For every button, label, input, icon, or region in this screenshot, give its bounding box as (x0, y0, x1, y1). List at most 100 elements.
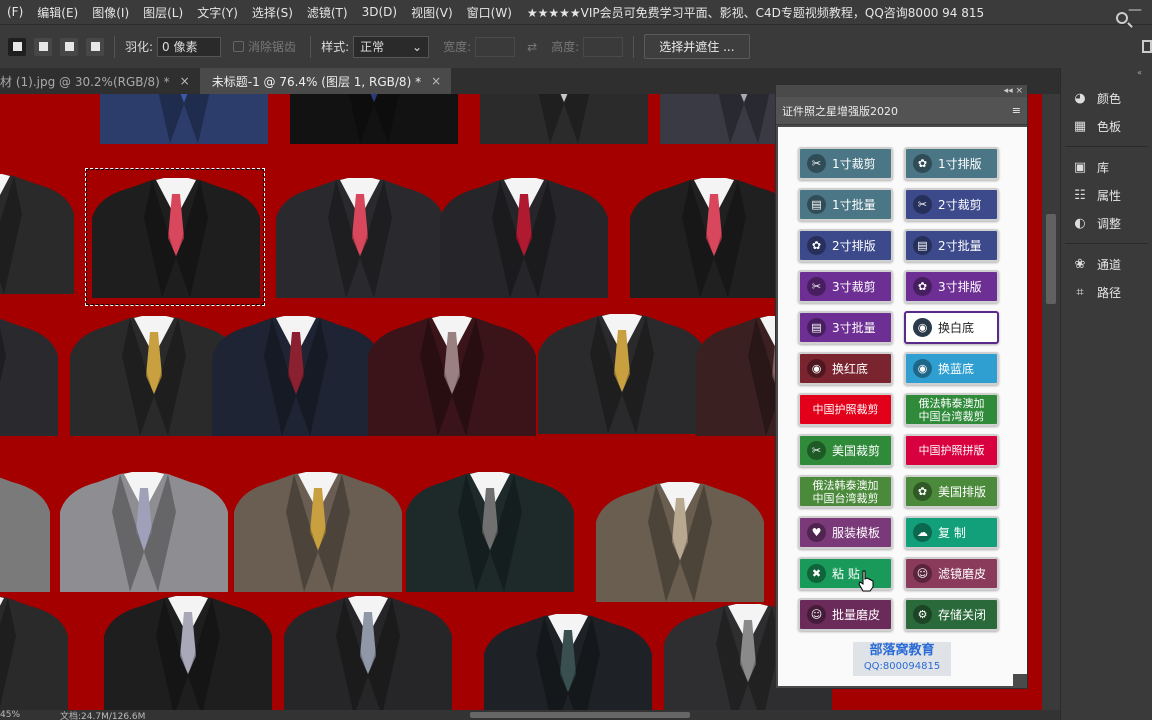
grid-icon: ▦ (1073, 118, 1087, 134)
tab-document-1[interactable]: 材 (1).jpg @ 30.2%(RGB/8) * × (0, 68, 200, 94)
feather-input[interactable]: 0 像素 (157, 36, 222, 57)
plugin-button[interactable]: ✿ 1寸排版 (904, 147, 999, 180)
plugin-button-label: 复 制 (938, 526, 966, 540)
plugin-button-label: 批量磨皮 (832, 608, 881, 622)
hamburger-menu-icon[interactable]: ≡ (1012, 104, 1021, 117)
style-select[interactable]: 正常 ⌄ (353, 35, 430, 58)
menu-layer[interactable]: 图层(L) (136, 4, 190, 21)
menu-file[interactable]: (F) (0, 5, 30, 19)
plugin-button[interactable]: ☺ 批量磨皮 (798, 598, 893, 631)
close-icon[interactable]: × (180, 74, 190, 88)
style-label: 样式: (321, 40, 350, 54)
collapse-icon[interactable]: « (1061, 68, 1152, 78)
plugin-button-label: 中国护照裁剪 (812, 403, 879, 416)
panel-channels[interactable]: ❀ 通道 (1061, 250, 1152, 278)
menu-edit[interactable]: 编辑(E) (30, 4, 85, 21)
channels-icon: ❀ (1074, 256, 1086, 272)
plugin-button[interactable]: ♥ 服装模板 (798, 516, 893, 549)
tab-label: 未标题-1 @ 76.4% (图层 1, RGB/8) * (211, 74, 422, 89)
panel-controls[interactable]: ◂◂ × (776, 85, 1027, 97)
plugin-button[interactable]: ✖ 粘 贴 (798, 557, 893, 590)
subtract-selection-icon[interactable] (60, 37, 78, 56)
antialias-checkbox[interactable] (233, 41, 245, 52)
panel-library[interactable]: ▣ 库 (1061, 153, 1152, 181)
height-input[interactable] (583, 36, 624, 57)
width-label: 宽度: (443, 40, 472, 54)
doc-size: 文档:24.7M/126.6M (60, 711, 146, 720)
film-reel-icon: ✿ (913, 482, 932, 501)
plugin-button-label: 2寸排版 (832, 239, 876, 253)
plugin-button[interactable]: ✂ 3寸裁剪 (798, 270, 893, 303)
plugin-button-label: 1寸排版 (938, 157, 982, 171)
plugin-button[interactable]: 中国护照裁剪 (798, 393, 893, 426)
swap-icon[interactable]: ⇄ (527, 40, 537, 54)
plugin-button-label: 3寸排版 (938, 280, 982, 294)
plugin-button[interactable]: ☺ 滤镜磨皮 (904, 557, 999, 590)
person-icon: ☺ (807, 605, 826, 624)
search-icon[interactable] (1116, 12, 1128, 24)
panel-swatches[interactable]: ▦ 色板 (1061, 112, 1152, 140)
brand-qq: QQ:800094815 (863, 661, 941, 672)
menu-select[interactable]: 选择(S) (245, 4, 300, 21)
plugin-button[interactable]: ◉ 换白底 (904, 311, 999, 344)
panel-label: 路径 (1097, 285, 1122, 300)
width-input[interactable] (475, 36, 516, 57)
workspace-icon[interactable] (1142, 40, 1152, 53)
chart-icon: ▤ (807, 195, 826, 214)
marquee-selection (85, 168, 265, 306)
plugin-button[interactable]: ✿ 2寸排版 (798, 229, 893, 262)
plugin-button-label: 俄法韩泰澳加 中国台湾裁剪 (918, 396, 985, 423)
vertical-scrollbar[interactable] (1042, 94, 1060, 710)
menu-type[interactable]: 文字(Y) (190, 4, 245, 21)
panel-label: 颜色 (1097, 91, 1122, 106)
plugin-button[interactable]: 俄法韩泰澳加 中国台湾裁剪 (904, 393, 999, 426)
plugin-button[interactable]: ✿ 美国排版 (904, 475, 999, 508)
options-bar: 羽化: 0 像素 消除锯齿 样式: 正常 ⌄ 宽度: ⇄ 高度: 选择并遮住 ..… (0, 24, 1152, 68)
new-selection-icon[interactable] (8, 37, 26, 56)
plugin-button[interactable]: ✂ 美国裁剪 (798, 434, 893, 467)
hand-cursor-icon (858, 570, 874, 592)
menu-filter[interactable]: 滤镜(T) (300, 4, 355, 21)
plugin-button-label: 粘 贴 (832, 567, 860, 581)
intersect-selection-icon[interactable] (86, 37, 104, 56)
plugin-button-label: 2寸裁剪 (938, 198, 982, 212)
plugin-button[interactable]: ◉ 换蓝底 (904, 352, 999, 385)
plugin-button[interactable]: ✂ 2寸裁剪 (904, 188, 999, 221)
palette-icon: ◕ (1074, 90, 1086, 106)
add-selection-icon[interactable] (34, 37, 52, 56)
menu-window[interactable]: 窗口(W) (460, 4, 519, 21)
brand-name: 部落窝教育 (869, 643, 935, 658)
plugin-button-label: 服装模板 (832, 526, 881, 540)
menu-image[interactable]: 图像(I) (85, 4, 136, 21)
plugin-button[interactable]: ▤ 1寸批量 (798, 188, 893, 221)
plugin-button[interactable]: 俄法韩泰澳加 中国台湾裁剪 (798, 475, 893, 508)
plugin-button[interactable]: ▤ 2寸批量 (904, 229, 999, 262)
plugin-button[interactable]: ⚙ 存储关闭 (904, 598, 999, 631)
chart-icon: ▤ (913, 236, 932, 255)
resize-grip[interactable] (1013, 674, 1027, 688)
plugin-button[interactable]: ▤ 3寸批量 (798, 311, 893, 344)
plugin-button[interactable]: 中国护照拼版 (904, 434, 999, 467)
panel-adjustments[interactable]: ◐ 调整 (1061, 209, 1152, 237)
plugin-button[interactable]: ◉ 换红底 (798, 352, 893, 385)
horizontal-scroll-thumb[interactable] (470, 712, 690, 718)
style-value: 正常 (360, 40, 385, 54)
minimize-button[interactable]: — (1128, 2, 1142, 18)
scissors-icon: ✂ (913, 195, 932, 214)
select-and-mask-button[interactable]: 选择并遮住 ... (644, 34, 750, 59)
plugin-button[interactable]: ✂ 1寸裁剪 (798, 147, 893, 180)
reel-dark-icon: ◉ (913, 318, 932, 337)
panel-properties[interactable]: ☷ 属性 (1061, 181, 1152, 209)
panel-label: 属性 (1097, 188, 1122, 203)
panel-color[interactable]: ◕ 颜色 (1061, 84, 1152, 112)
panel-paths[interactable]: ⌗ 路径 (1061, 278, 1152, 306)
tab-document-2[interactable]: 未标题-1 @ 76.4% (图层 1, RGB/8) * × (199, 68, 452, 94)
scroll-thumb[interactable] (1046, 214, 1056, 304)
menu-3d[interactable]: 3D(D) (355, 5, 404, 19)
close-icon[interactable]: × (431, 74, 441, 88)
zoom-level[interactable]: 45% (0, 710, 20, 720)
plugin-button[interactable]: ✿ 3寸排版 (904, 270, 999, 303)
plugin-button[interactable]: ☁ 复 制 (904, 516, 999, 549)
menu-view[interactable]: 视图(V) (404, 4, 460, 21)
plugin-button-label: 中国护照拼版 (918, 444, 985, 457)
